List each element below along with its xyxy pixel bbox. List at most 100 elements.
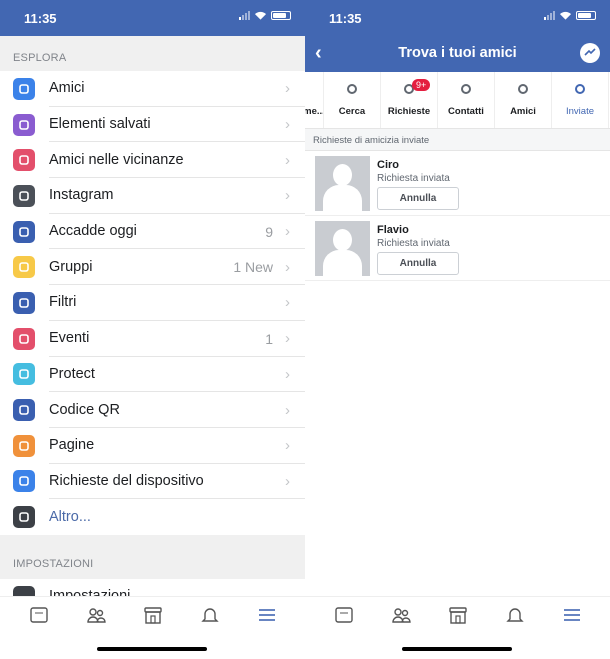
menu-item-amici-nelle-vicinanze[interactable]: Amici nelle vicinanze › xyxy=(0,142,305,179)
tab-menu[interactable] xyxy=(557,600,587,630)
marketplace-icon xyxy=(143,607,162,624)
tab-contatti[interactable]: Contatti xyxy=(438,72,495,128)
marketplace-icon xyxy=(448,607,467,624)
list-item: Flavio Richiesta inviata Annulla xyxy=(305,216,610,281)
sent-requests-list: Ciro Richiesta inviata Annulla Flavio Ri… xyxy=(305,151,610,281)
tab-news-feed[interactable] xyxy=(24,600,54,630)
device-icon xyxy=(13,470,35,493)
home-indicator xyxy=(402,647,512,651)
tab-label: Contatti xyxy=(448,106,484,117)
filters-icon xyxy=(13,291,35,314)
menu-item-richieste-del-dispositivo[interactable]: Richieste del dispositivo › xyxy=(0,464,305,500)
tab-friends[interactable] xyxy=(386,600,416,630)
menu-item-altro[interactable]: Altro... xyxy=(0,499,305,535)
avatar[interactable] xyxy=(315,221,370,276)
chevron-right-icon: › xyxy=(285,294,290,312)
memories-icon xyxy=(13,220,35,243)
sent-requests-icon xyxy=(575,84,585,94)
bookmark-icon xyxy=(13,113,35,136)
tab-menu[interactable] xyxy=(252,600,282,630)
menu-item-label: Pagine xyxy=(49,428,305,464)
friends-icon xyxy=(391,608,411,623)
nearby-icon xyxy=(13,149,35,172)
menu-item-protect[interactable]: Protect › xyxy=(0,357,305,393)
tab-marketplace[interactable] xyxy=(443,600,473,630)
menu-item-eventi[interactable]: Eventi 1 › xyxy=(0,321,305,357)
menu-item-pagine[interactable]: Pagine › xyxy=(0,428,305,464)
chevron-right-icon: › xyxy=(285,116,290,134)
wifi-icon xyxy=(255,11,266,20)
contacts-icon xyxy=(461,84,471,94)
tab-label: Inviate xyxy=(566,106,594,117)
search-icon xyxy=(347,84,357,94)
section-title: Richieste di amicizia inviate xyxy=(305,129,610,151)
tab-friends[interactable] xyxy=(81,600,111,630)
tab-notifications[interactable] xyxy=(500,600,530,630)
chevron-right-icon: › xyxy=(285,472,290,490)
request-name[interactable]: Flavio xyxy=(377,224,459,236)
menu-icon xyxy=(563,609,580,621)
tab-label: Richieste xyxy=(387,106,431,117)
signal-icon xyxy=(239,11,250,20)
status-bar: 11:35 xyxy=(305,0,610,36)
chevron-right-icon: › xyxy=(285,223,290,241)
menu-item-count: 1 xyxy=(265,330,273,347)
menu-item-filtri[interactable]: Filtri › xyxy=(0,285,305,321)
chevron-right-icon: › xyxy=(285,365,290,383)
chevron-right-icon: › xyxy=(285,187,290,205)
status-time: 11:35 xyxy=(24,11,57,26)
request-status: Richiesta inviata xyxy=(377,238,450,249)
settings-header: IMPOSTAZIONI xyxy=(13,557,94,570)
tab-label: me... xyxy=(305,106,323,117)
signal-icon xyxy=(544,11,555,20)
menu-item-elementi-salvati[interactable]: Elementi salvati › xyxy=(0,107,305,143)
menu-item-accadde-oggi[interactable]: Accadde oggi 9 › xyxy=(0,214,305,250)
status-time: 11:35 xyxy=(329,11,362,26)
friends-tabs: me... Cerca 9+ Richieste Contatti Amici Inviat… xyxy=(305,72,610,129)
tab-notifications[interactable] xyxy=(195,600,225,630)
tab-news-feed[interactable] xyxy=(329,600,359,630)
tab-inviate[interactable]: Inviate xyxy=(552,72,609,128)
avatar[interactable] xyxy=(315,156,370,211)
explore-menu: Amici › Elementi salvati › Amici nelle v… xyxy=(0,71,305,535)
menu-screen: 11:35 ESPLORA Amici › Elementi salvati ›… xyxy=(0,0,305,659)
tab-label: Cerca xyxy=(338,106,366,117)
find-friends-screen: 11:35 ‹ Trova i tuoi amici me... Cerca 9+ R… xyxy=(305,0,610,659)
calendar-icon xyxy=(13,327,35,350)
explore-header: ESPLORA xyxy=(13,52,67,64)
menu-item-label: Instagram xyxy=(49,178,305,214)
friends-icon xyxy=(518,84,528,94)
tab-richieste[interactable]: 9+ Richieste xyxy=(381,72,438,128)
battery-icon xyxy=(271,11,291,20)
tab-cerca[interactable]: Cerca xyxy=(324,72,381,128)
menu-item-label: Amici xyxy=(49,71,305,107)
page-title: Trova i tuoi amici xyxy=(398,45,517,61)
chevron-right-icon: › xyxy=(285,80,290,98)
friends-icon xyxy=(86,608,106,623)
battery-icon xyxy=(576,11,596,20)
instagram-icon xyxy=(13,184,35,207)
news-feed-icon xyxy=(334,607,353,623)
tab-me[interactable]: me... xyxy=(305,72,324,128)
home-indicator xyxy=(97,647,207,651)
status-bar: 11:35 xyxy=(0,0,305,36)
request-name[interactable]: Ciro xyxy=(377,159,459,171)
menu-icon xyxy=(258,609,275,621)
bottom-tab-bar xyxy=(305,596,610,659)
menu-item-label: Codice QR xyxy=(49,392,305,428)
menu-item-label: Amici nelle vicinanze xyxy=(49,142,305,179)
messenger-icon[interactable] xyxy=(580,43,600,63)
notifications-icon xyxy=(200,608,219,622)
tab-amici[interactable]: Amici xyxy=(495,72,552,128)
cancel-request-button[interactable]: Annulla xyxy=(377,252,459,275)
chevron-right-icon: › xyxy=(285,330,290,348)
menu-item-codice-qr[interactable]: Codice QR › xyxy=(0,392,305,428)
cancel-request-button[interactable]: Annulla xyxy=(377,187,459,210)
tab-marketplace[interactable] xyxy=(138,600,168,630)
menu-item-gruppi[interactable]: Gruppi 1 New › xyxy=(0,249,305,286)
menu-item-amici[interactable]: Amici › xyxy=(0,71,305,107)
bottom-tab-bar xyxy=(0,596,305,659)
menu-item-instagram[interactable]: Instagram › xyxy=(0,178,305,214)
flag-icon xyxy=(13,434,35,457)
chevron-right-icon: › xyxy=(285,151,290,169)
